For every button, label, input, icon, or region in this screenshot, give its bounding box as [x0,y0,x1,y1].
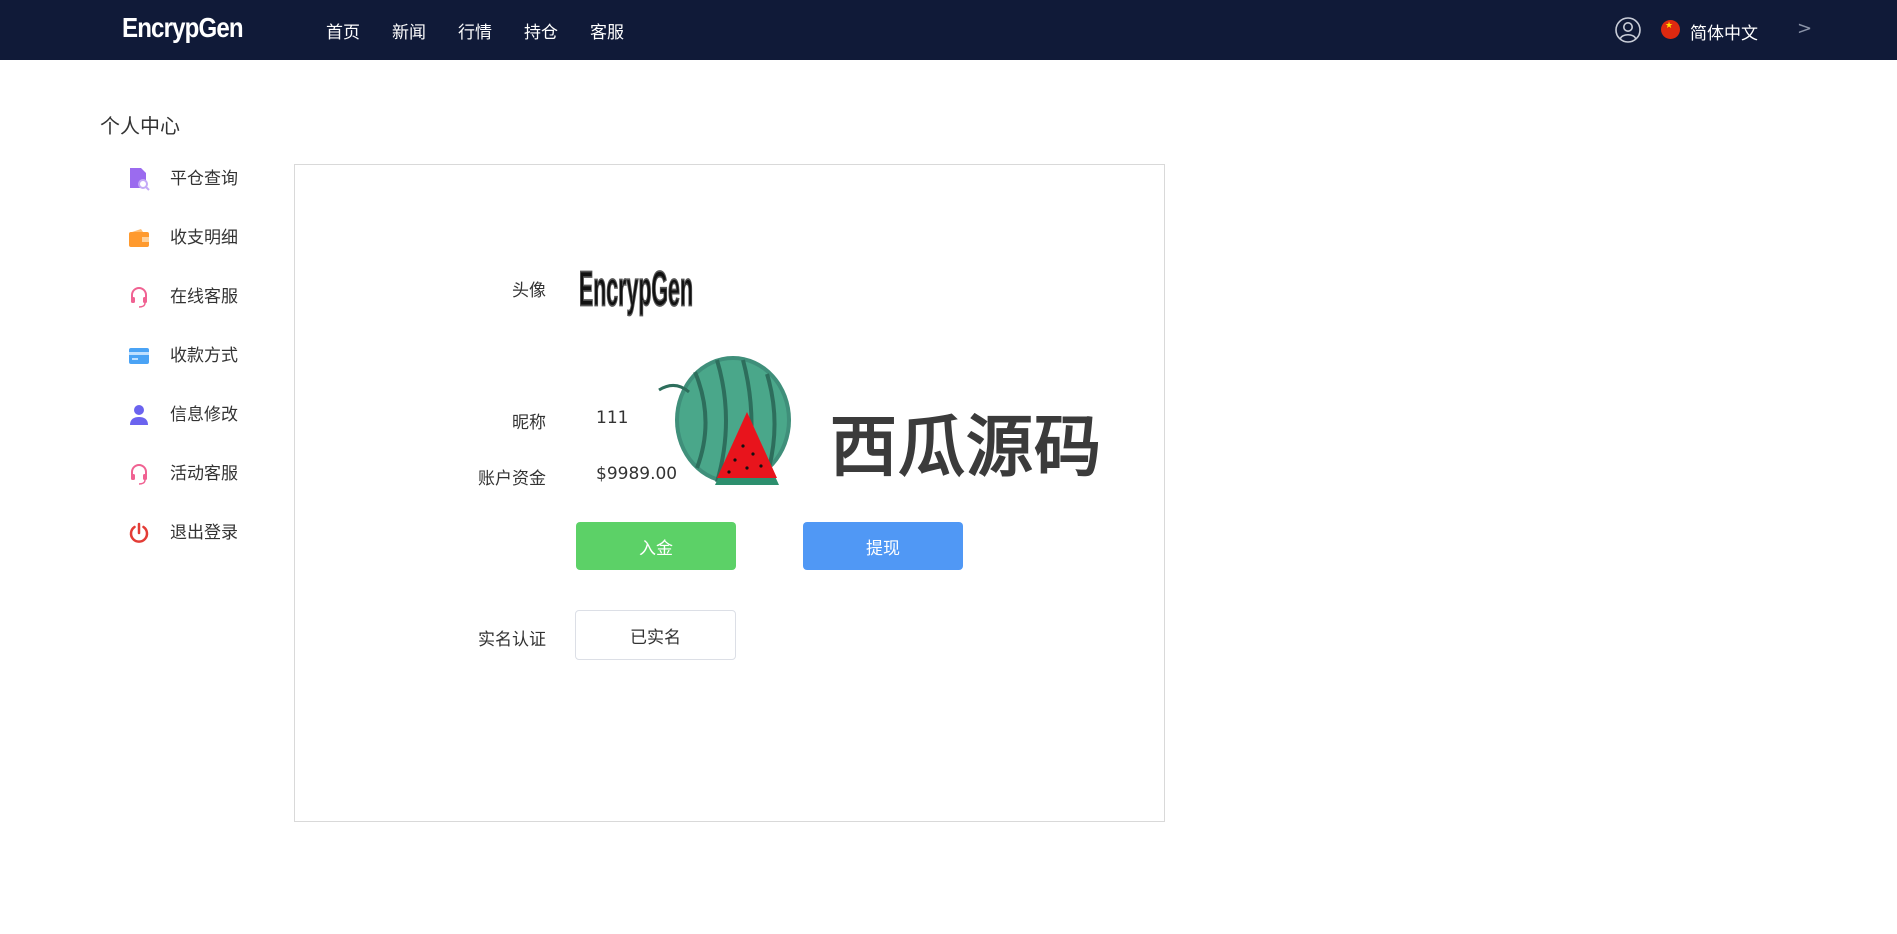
avatar-text: EncrypGen [579,261,693,316]
balance-label: 账户资金 [478,469,546,489]
deposit-button[interactable]: 入金 [576,522,736,570]
nav-positions[interactable]: 持仓 [524,18,558,43]
sidebar-menu: 平仓查询 收支明细 在线客服 收款方式 信息修改 活动客服 退出登录 [126,166,238,579]
top-navigation-bar: EncrypGen 首页 新闻 行情 持仓 客服 ★ 简体中文 > [0,0,1897,60]
sidebar-item-label: 收支明细 [170,228,238,248]
sidebar-item-label: 在线客服 [170,287,238,307]
user-icon [126,402,152,428]
nav-support[interactable]: 客服 [590,18,624,43]
page-title: 个人中心 [100,114,180,138]
chevron-right-icon[interactable]: > [1797,18,1812,39]
sidebar-item-close-query[interactable]: 平仓查询 [126,166,238,225]
main-nav: 首页 新闻 行情 持仓 客服 [326,18,656,43]
card-icon [126,343,152,369]
withdraw-button[interactable]: 提现 [803,522,963,570]
language-selector[interactable]: 简体中文 [1690,19,1758,44]
power-icon [126,520,152,546]
sidebar-item-label: 收款方式 [170,346,238,366]
brand-logo[interactable]: EncrypGen [122,12,244,44]
nickname-value: 111 [596,408,629,428]
wallet-icon [126,225,152,251]
headset-icon [126,284,152,310]
nav-home[interactable]: 首页 [326,18,360,43]
sidebar-item-label: 退出登录 [170,523,238,543]
nav-market[interactable]: 行情 [458,18,492,43]
verify-label: 实名认证 [478,630,546,650]
sidebar-item-payment-methods[interactable]: 收款方式 [126,343,238,402]
sidebar-item-event-support[interactable]: 活动客服 [126,461,238,520]
sidebar-item-label: 活动客服 [170,464,238,484]
nickname-label: 昵称 [512,413,546,433]
sidebar-item-transactions[interactable]: 收支明细 [126,225,238,284]
avatar-label: 头像 [512,281,546,301]
sidebar-item-label: 平仓查询 [170,169,238,189]
sidebar-item-edit-info[interactable]: 信息修改 [126,402,238,461]
china-flag-icon: ★ [1661,20,1680,39]
file-search-icon [126,166,152,192]
avatar[interactable]: EncrypGen [578,233,694,341]
account-icon[interactable] [1615,17,1641,43]
headset-icon [126,461,152,487]
sidebar-item-logout[interactable]: 退出登录 [126,520,238,579]
sidebar-item-label: 信息修改 [170,405,238,425]
sidebar-item-online-support[interactable]: 在线客服 [126,284,238,343]
watermark-text: 西瓜源码 [830,408,1102,486]
verification-status: 已实名 [575,610,736,660]
nav-news[interactable]: 新闻 [392,18,426,43]
